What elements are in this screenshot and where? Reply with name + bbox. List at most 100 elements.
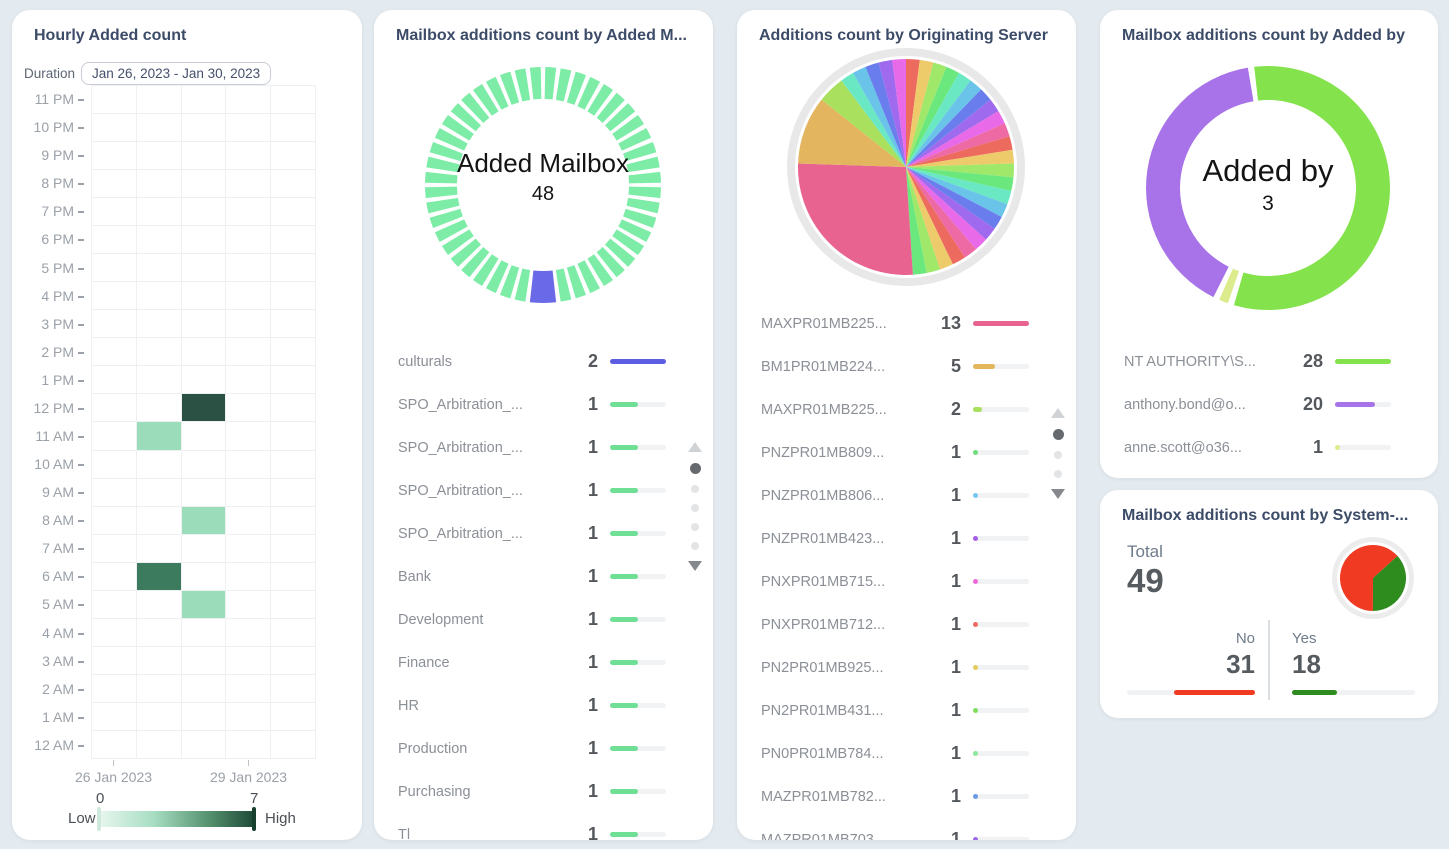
y-axis-label: 4 PM	[12, 282, 86, 310]
no-stat: No 31	[1226, 630, 1255, 680]
item-label: PNXPR01MB712...	[761, 617, 925, 633]
item-label: Bank	[398, 569, 562, 585]
item-label: Tl	[398, 827, 562, 841]
heatmap-cell	[137, 114, 182, 142]
scroll-down-icon[interactable]	[688, 561, 702, 571]
list-item[interactable]: NT AUTHORITY\S...28	[1100, 340, 1438, 383]
y-axis-label: 4 AM	[12, 618, 86, 646]
scroll-up-icon[interactable]	[688, 442, 702, 452]
page-dot[interactable]	[691, 504, 699, 512]
item-bar-track	[610, 531, 666, 536]
item-bar-fill	[610, 402, 638, 407]
list-item[interactable]: MAZPR01MB782...1	[737, 775, 1076, 818]
list-item[interactable]: PNZPR01MB806...1	[737, 474, 1076, 517]
chart-slice[interactable]	[628, 187, 661, 199]
heatmap-cell	[137, 422, 182, 450]
list-item[interactable]: PN2PR01MB925...1	[737, 646, 1076, 689]
page-dot[interactable]	[1054, 470, 1062, 478]
page-dot[interactable]	[691, 485, 699, 493]
scale-handle-low[interactable]	[97, 807, 101, 831]
list-item[interactable]: Finance1	[374, 641, 713, 684]
heatmap-cell	[92, 591, 137, 619]
list-item[interactable]: MAXPR01MB225...2	[737, 388, 1076, 431]
heatmap-cell	[92, 731, 137, 759]
heatmap-cell	[182, 619, 227, 647]
list-item[interactable]: MAXPR01MB225...13	[737, 302, 1076, 345]
chart-slice[interactable]	[530, 270, 556, 303]
heatmap-cell	[92, 338, 137, 366]
list-item[interactable]: PN2PR01MB431...1	[737, 689, 1076, 732]
item-value: 1	[562, 566, 598, 587]
item-bar-fill	[610, 488, 638, 493]
item-value: 1	[925, 571, 961, 592]
heatmap-cell	[182, 394, 227, 422]
chart-slice[interactable]	[545, 67, 557, 100]
page-dot[interactable]	[691, 542, 699, 550]
list-item[interactable]: MAZPR01MB703...1	[737, 818, 1076, 840]
chart-slice[interactable]	[530, 67, 542, 100]
item-value: 1	[562, 695, 598, 716]
chart-slice[interactable]	[425, 187, 458, 199]
list-item[interactable]: PNZPR01MB423...1	[737, 517, 1076, 560]
list-item[interactable]: BM1PR01MB224...5	[737, 345, 1076, 388]
chart-slice[interactable]	[1146, 68, 1253, 297]
heatmap-cell	[271, 675, 316, 703]
list-item[interactable]: Development1	[374, 598, 713, 641]
heatmap-cell	[137, 619, 182, 647]
list-item[interactable]: HR1	[374, 684, 713, 727]
list-item[interactable]: PNXPR01MB712...1	[737, 603, 1076, 646]
heatmap-cell	[271, 198, 316, 226]
no-label: No	[1226, 630, 1255, 647]
chart-slice[interactable]	[628, 172, 661, 184]
item-value: 1	[925, 743, 961, 764]
yes-value: 18	[1292, 649, 1321, 680]
scale-handle-high[interactable]	[252, 807, 256, 831]
scroll-up-icon[interactable]	[1051, 408, 1065, 418]
chart-slice[interactable]	[425, 172, 458, 184]
item-label: PN0PR01MB784...	[761, 746, 925, 762]
list-item[interactable]: culturals2	[374, 340, 713, 383]
page-dot[interactable]	[690, 463, 701, 474]
item-value: 1	[925, 528, 961, 549]
chart-slice[interactable]	[1234, 66, 1390, 310]
list-item[interactable]: Purchasing1	[374, 770, 713, 813]
heatmap-cell	[182, 647, 227, 675]
item-bar-fill	[610, 703, 638, 708]
duration-range-picker[interactable]: Jan 26, 2023 - Jan 30, 2023	[81, 62, 271, 85]
page-dot[interactable]	[1053, 429, 1064, 440]
list-item[interactable]: Production1	[374, 727, 713, 770]
item-bar-track	[610, 402, 666, 407]
y-axis-label: 2 PM	[12, 338, 86, 366]
list-item[interactable]: PNZPR01MB809...1	[737, 431, 1076, 474]
item-bar-track	[973, 321, 1029, 326]
list-item[interactable]: anne.scott@o36...1	[1100, 426, 1438, 469]
item-value: 1	[562, 652, 598, 673]
chart-slice[interactable]	[798, 164, 913, 275]
list-item[interactable]: PNXPR01MB715...1	[737, 560, 1076, 603]
item-bar-fill	[973, 794, 978, 799]
heatmap-cell	[271, 394, 316, 422]
list-item[interactable]: PN0PR01MB784...1	[737, 732, 1076, 775]
list-item[interactable]: SPO_Arbitration_...1	[374, 469, 713, 512]
list-item[interactable]: SPO_Arbitration_...1	[374, 383, 713, 426]
list-item[interactable]: Tl1	[374, 813, 713, 840]
heatmap-cell	[271, 338, 316, 366]
heatmap-cell	[92, 114, 137, 142]
item-bar-fill	[973, 665, 978, 670]
item-label: PN2PR01MB431...	[761, 703, 925, 719]
card-title: Mailbox additions count by Added M...	[374, 10, 713, 45]
item-bar-track	[610, 703, 666, 708]
heatmap-cell	[271, 86, 316, 114]
heatmap-cell	[271, 422, 316, 450]
item-bar-track	[973, 407, 1029, 412]
page-dot[interactable]	[691, 523, 699, 531]
list-item[interactable]: Bank1	[374, 555, 713, 598]
item-label: SPO_Arbitration_...	[398, 526, 562, 542]
page-dot[interactable]	[1054, 451, 1062, 459]
list-item[interactable]: anthony.bond@o...20	[1100, 383, 1438, 426]
heatmap-color-scale[interactable]	[100, 811, 255, 827]
list-item[interactable]: SPO_Arbitration_...1	[374, 426, 713, 469]
x-axis-tick	[248, 760, 250, 766]
scroll-down-icon[interactable]	[1051, 489, 1065, 499]
list-item[interactable]: SPO_Arbitration_...1	[374, 512, 713, 555]
